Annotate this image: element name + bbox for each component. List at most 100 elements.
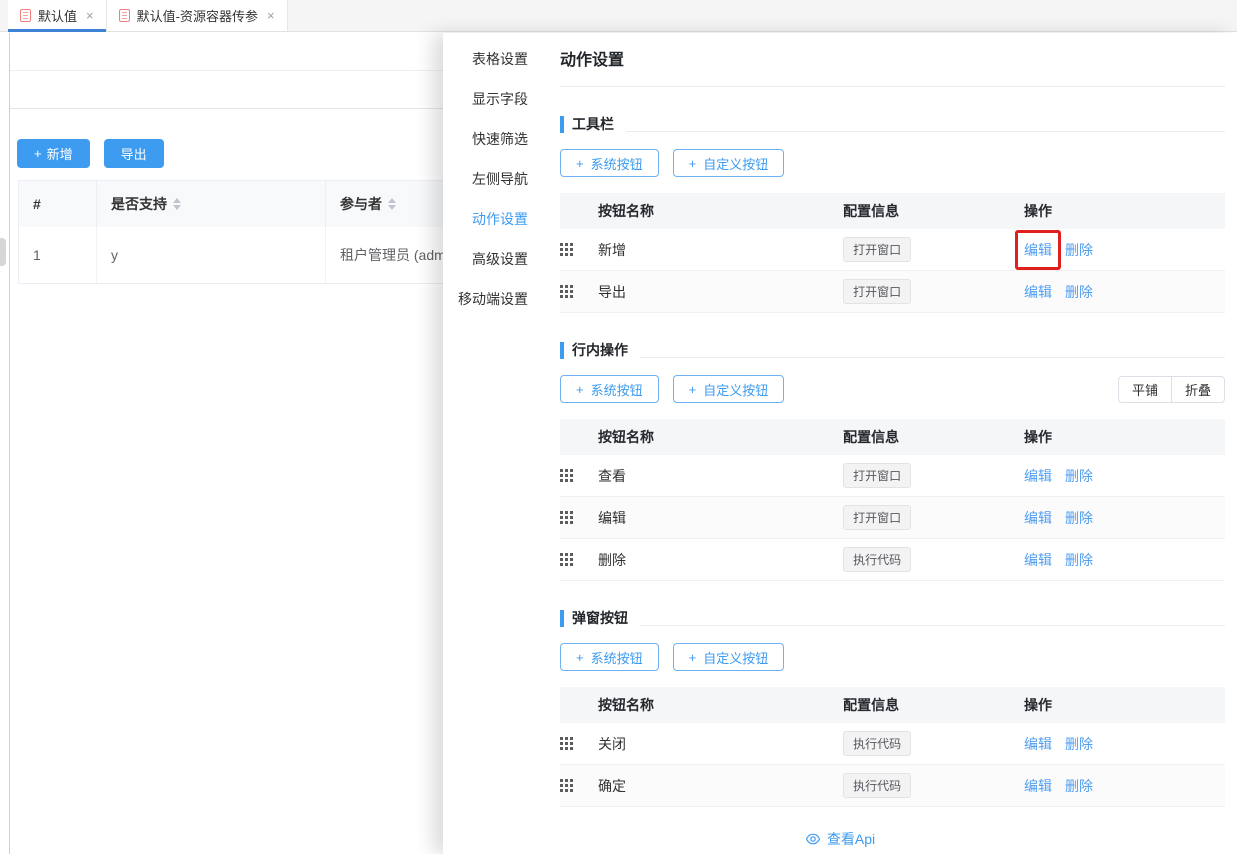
layout-toggle-group: 平铺 折叠 (1118, 376, 1225, 403)
nav-item-advanced-settings[interactable]: 高级设置 (443, 239, 540, 279)
table-row: 查看 打开窗口 编辑 删除 (560, 455, 1225, 497)
nav-item-mobile-settings[interactable]: 移动端设置 (443, 279, 540, 319)
nav-item-quick-filter[interactable]: 快速筛选 (443, 119, 540, 159)
config-tag: 执行代码 (843, 731, 911, 756)
document-icon (20, 9, 31, 22)
section-toolbar-header: 工具栏 (560, 113, 1225, 135)
column-header-support[interactable]: 是否支持 (97, 181, 326, 227)
drag-handle-icon[interactable] (560, 469, 573, 482)
tile-button[interactable]: 平铺 (1118, 376, 1172, 403)
edit-link[interactable]: 编辑 (1024, 466, 1052, 486)
config-tag: 打开窗口 (843, 505, 911, 530)
plus-icon: + (576, 156, 584, 171)
close-icon[interactable]: × (86, 9, 94, 22)
nav-item-action-settings[interactable]: 动作设置 (443, 199, 540, 239)
settings-drawer: 表格设置 显示字段 快速筛选 左侧导航 动作设置 高级设置 移动端设置 动作设置… (443, 33, 1237, 854)
drag-handle-icon[interactable] (560, 779, 573, 792)
table-header-row: 按钮名称 配置信息 操作 (560, 687, 1225, 723)
plus-icon: + (34, 146, 42, 161)
divider (626, 131, 1225, 132)
config-tag: 执行代码 (843, 773, 911, 798)
add-custom-button[interactable]: + 自定义按钮 (673, 149, 785, 177)
table-row: 确定 执行代码 编辑 删除 (560, 765, 1225, 807)
export-button[interactable]: 导出 (104, 139, 164, 168)
document-icon (119, 9, 130, 22)
add-system-button[interactable]: + 系统按钮 (560, 643, 659, 671)
delete-link[interactable]: 删除 (1065, 466, 1093, 486)
close-icon[interactable]: × (267, 9, 275, 22)
eye-icon (805, 831, 821, 847)
table-row: 导出 打开窗口 编辑 删除 (560, 271, 1225, 313)
page-toolbar: + 新增 导出 (17, 139, 164, 168)
tab-default-value-resource-container[interactable]: 默认值-资源容器传参 × (107, 0, 288, 31)
tab-label: 默认值 (38, 6, 77, 25)
cell-index: 1 (19, 227, 97, 283)
delete-link[interactable]: 删除 (1065, 282, 1093, 302)
panel-collapse-handle[interactable] (0, 238, 6, 266)
button-name: 确定 (598, 776, 843, 796)
plus-icon: + (689, 650, 697, 665)
sort-icon[interactable] (173, 198, 181, 210)
add-system-button[interactable]: + 系统按钮 (560, 149, 659, 177)
button-name: 新增 (598, 240, 843, 260)
nav-item-left-nav[interactable]: 左侧导航 (443, 159, 540, 199)
nav-item-table-settings[interactable]: 表格设置 (443, 39, 540, 79)
drawer-nav: 表格设置 显示字段 快速筛选 左侧导航 动作设置 高级设置 移动端设置 (443, 33, 540, 854)
tab-default-value[interactable]: 默认值 × (8, 0, 107, 31)
edit-link[interactable]: 编辑 (1024, 508, 1052, 528)
edit-link[interactable]: 编辑 (1024, 240, 1052, 260)
section-bar (560, 610, 564, 627)
table-row: 编辑 打开窗口 编辑 删除 (560, 497, 1225, 539)
toolbar-buttons-table: 按钮名称 配置信息 操作 新增 打开窗口 编辑 删除 导出 打开窗口 编辑 删 (560, 193, 1225, 313)
button-name: 查看 (598, 466, 843, 486)
drag-handle-icon[interactable] (560, 553, 573, 566)
delete-link[interactable]: 删除 (1065, 734, 1093, 754)
config-tag: 打开窗口 (843, 279, 911, 304)
add-custom-button[interactable]: + 自定义按钮 (673, 643, 785, 671)
add-system-button[interactable]: + 系统按钮 (560, 375, 659, 403)
plus-icon: + (689, 156, 697, 171)
page-left-border (9, 33, 10, 854)
section-inline-actions-header: 行内操作 (560, 339, 1225, 361)
edit-link[interactable]: 编辑 (1024, 734, 1052, 754)
drag-handle-icon[interactable] (560, 737, 573, 750)
section-toolbar-actions: + 系统按钮 + 自定义按钮 (560, 149, 1225, 177)
divider (640, 357, 1225, 358)
tab-bar: 默认值 × 默认值-资源容器传参 × (0, 0, 1237, 32)
edit-link[interactable]: 编辑 (1024, 282, 1052, 302)
cell-support: y (97, 227, 326, 283)
table-row: 关闭 执行代码 编辑 删除 (560, 723, 1225, 765)
divider (10, 70, 443, 71)
section-inline-actions-buttons: + 系统按钮 + 自定义按钮 平铺 折叠 (560, 375, 1225, 403)
drag-handle-icon[interactable] (560, 511, 573, 524)
view-api-link[interactable]: 查看Api (443, 829, 1237, 849)
divider (640, 625, 1225, 626)
annotation-highlight-box: 编辑 (1015, 230, 1061, 270)
collapse-button[interactable]: 折叠 (1171, 376, 1225, 403)
sort-icon[interactable] (388, 198, 396, 210)
table-header-row: 按钮名称 配置信息 操作 (560, 193, 1225, 229)
delete-link[interactable]: 删除 (1065, 550, 1093, 570)
config-tag: 执行代码 (843, 547, 911, 572)
edit-link[interactable]: 编辑 (1024, 776, 1052, 796)
delete-link[interactable]: 删除 (1065, 508, 1093, 528)
delete-link[interactable]: 删除 (1065, 776, 1093, 796)
button-name: 导出 (598, 282, 843, 302)
plus-icon: + (689, 382, 697, 397)
delete-link[interactable]: 删除 (1065, 240, 1093, 260)
button-name: 删除 (598, 550, 843, 570)
config-tag: 打开窗口 (843, 463, 911, 488)
add-button[interactable]: + 新增 (17, 139, 90, 168)
tab-label: 默认值-资源容器传参 (137, 6, 258, 25)
section-bar (560, 116, 564, 133)
inline-buttons-table: 按钮名称 配置信息 操作 查看 打开窗口 编辑 删除 编辑 打开窗口 编辑 删 (560, 419, 1225, 581)
add-custom-button[interactable]: + 自定义按钮 (673, 375, 785, 403)
button-name: 编辑 (598, 508, 843, 528)
table-row: 删除 执行代码 编辑 删除 (560, 539, 1225, 581)
edit-link[interactable]: 编辑 (1024, 550, 1052, 570)
button-name: 关闭 (598, 734, 843, 754)
drag-handle-icon[interactable] (560, 243, 573, 256)
nav-item-display-fields[interactable]: 显示字段 (443, 79, 540, 119)
drag-handle-icon[interactable] (560, 285, 573, 298)
section-bar (560, 342, 564, 359)
